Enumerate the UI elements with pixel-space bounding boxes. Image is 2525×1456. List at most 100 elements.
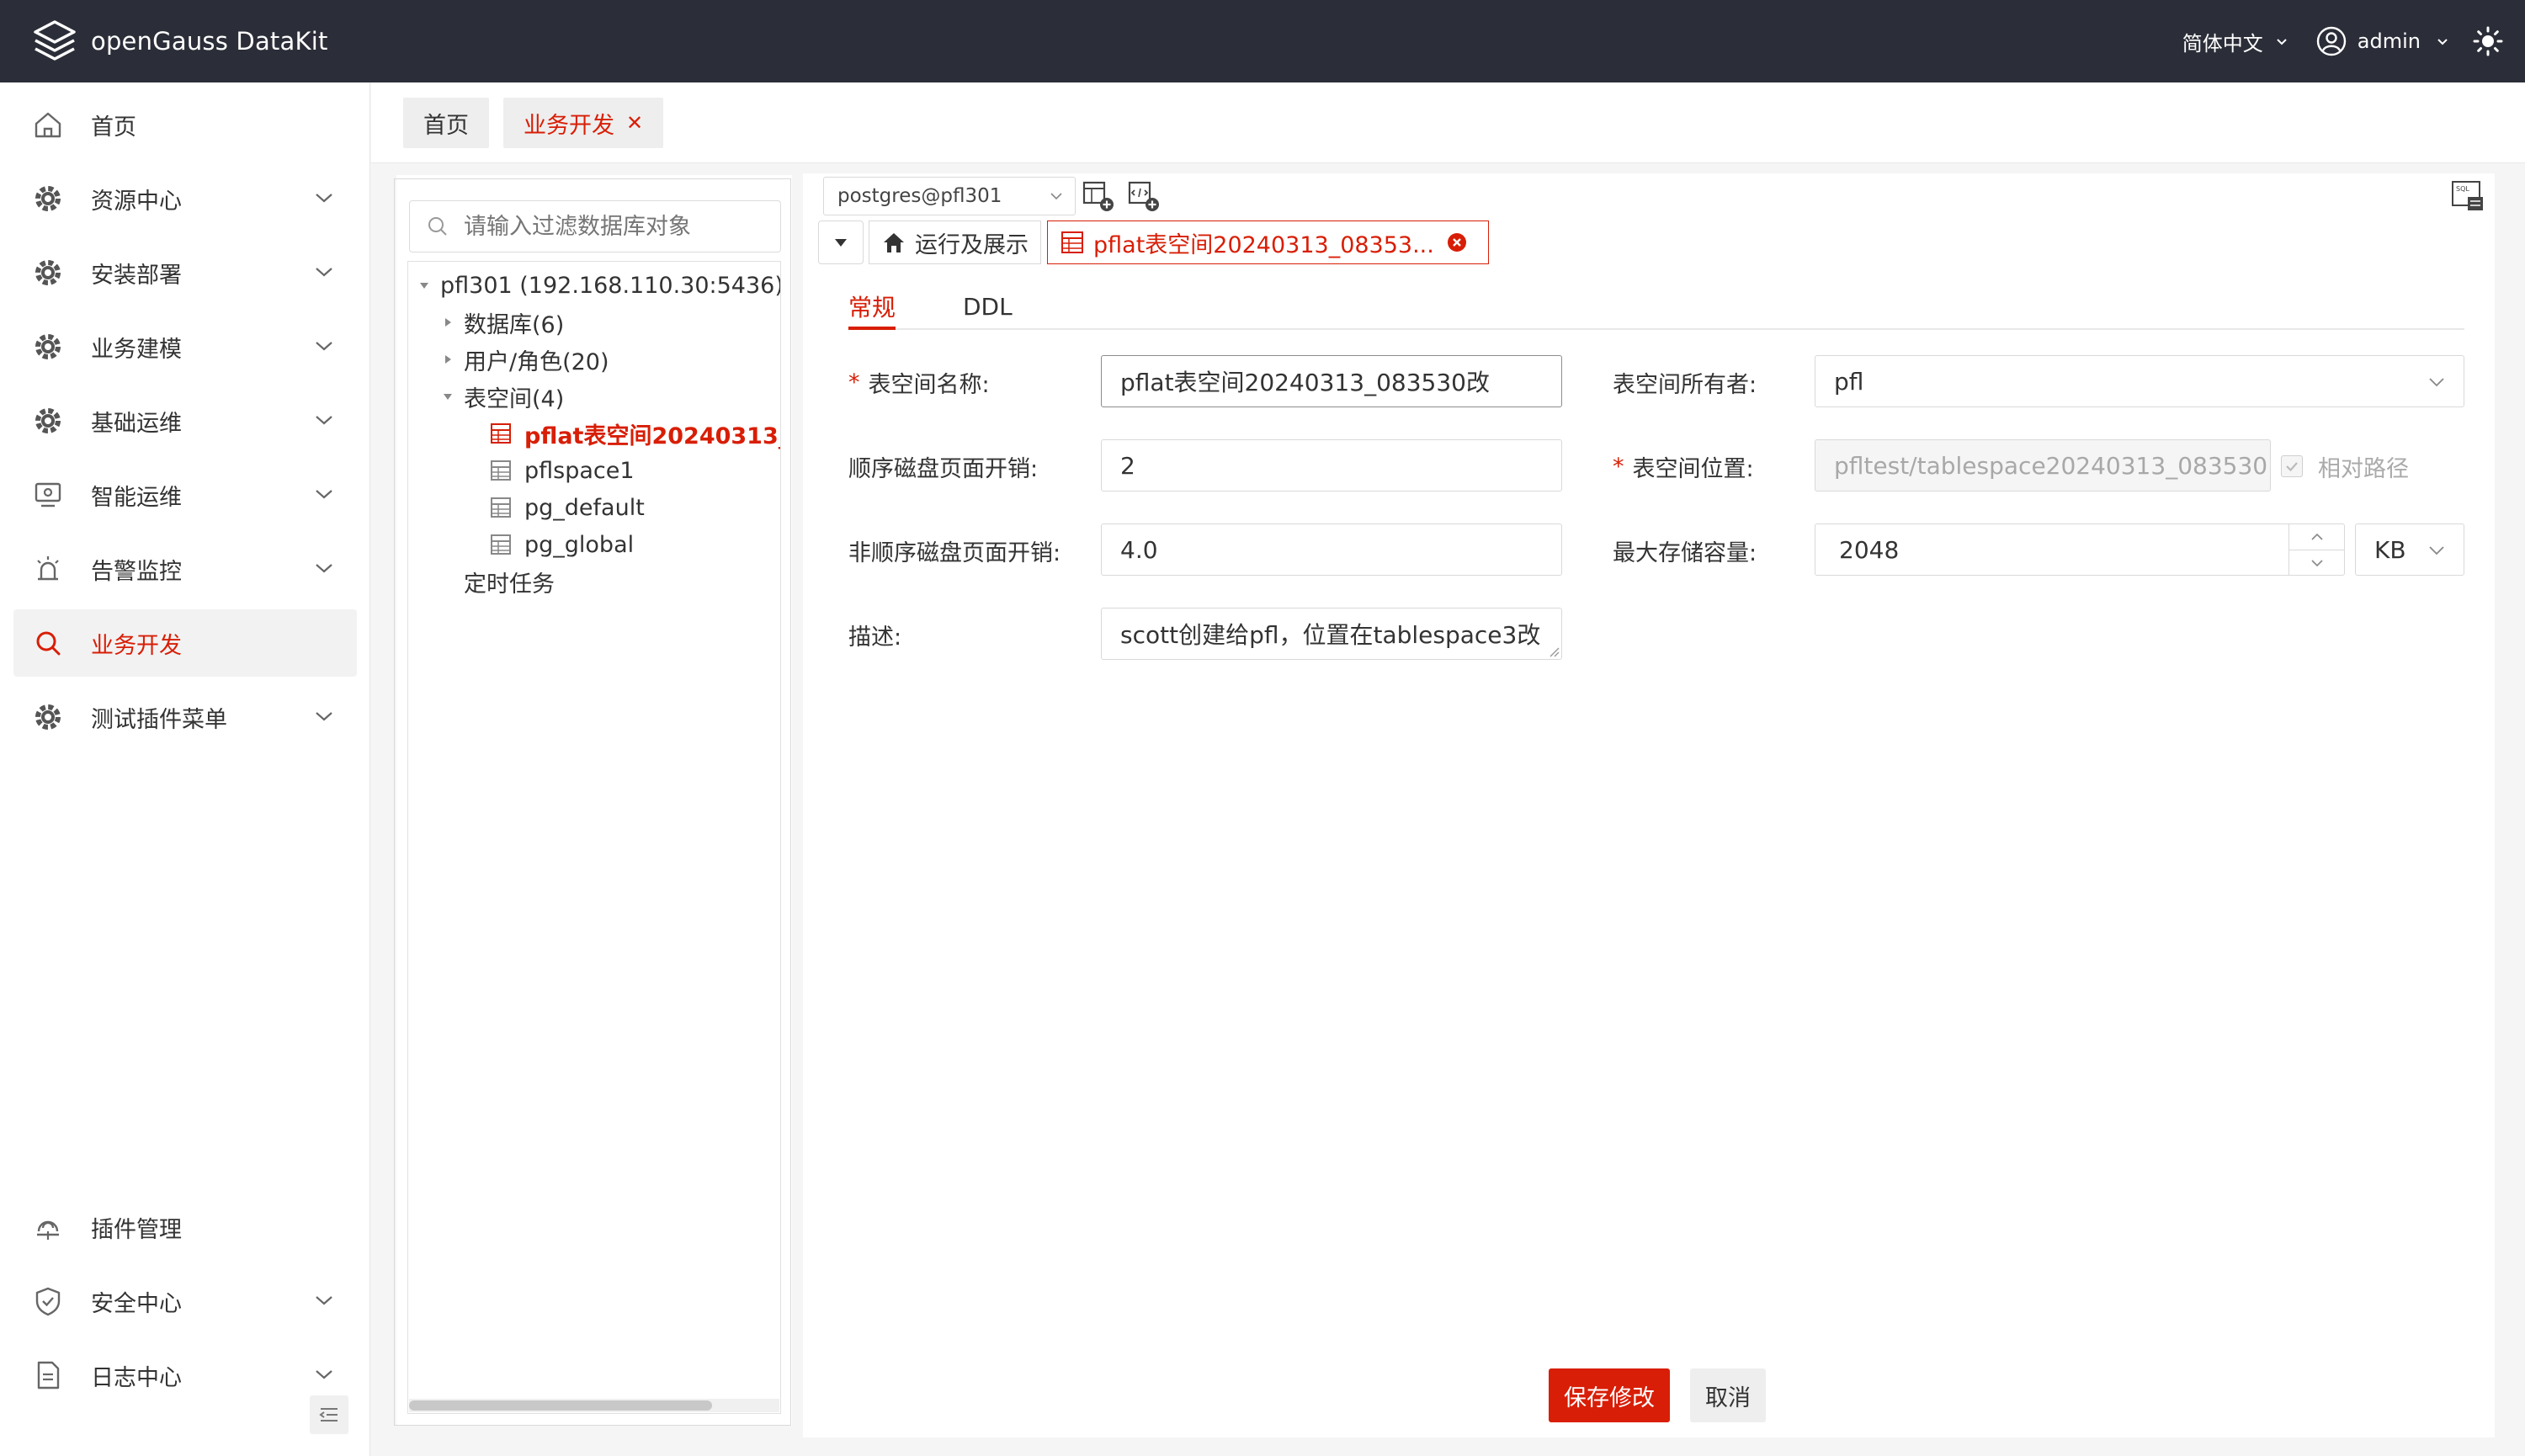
tree-node-label: 表空间(4) [464,385,565,412]
stepper-down-button[interactable] [2289,550,2344,575]
table-icon [1061,231,1083,253]
label-text: 最大存储容量: [1613,539,1757,566]
tree-search[interactable] [409,200,781,252]
cancel-button[interactable]: 取消 [1690,1368,1766,1422]
tree-horizontal-scrollbar[interactable] [409,1399,779,1412]
tab-general[interactable]: 常规 [848,284,896,330]
chevron-down-icon [2429,546,2444,555]
sidebar-item-install-deploy[interactable]: 安装部署 [13,239,357,306]
app-title: openGauss DataKit [91,27,328,56]
tree-node-label: pg_default [524,494,645,521]
scrollbar-thumb[interactable] [409,1400,712,1411]
caret-right-icon [445,318,451,327]
size-unit-select[interactable]: KB [2355,523,2464,576]
new-sql-script-icon[interactable] [1126,178,1162,214]
page-tab-bar: 首页 业务开发 ✕ [371,82,2525,163]
tree-node-tablespace-pflspace1[interactable]: pflspace1 [489,452,635,489]
table-icon [491,460,511,481]
tablespace-owner-label: 表空间所有者: [1613,356,1757,408]
caret-down-icon [444,394,452,400]
resize-grip-icon[interactable] [1548,646,1560,657]
relative-path-checkbox[interactable]: 相对路径 [2281,444,2409,488]
stepper-up-button[interactable] [2289,524,2344,550]
check-icon [2286,462,2298,472]
work-tab-label: pflat表空间20240313_08353... [1093,231,1434,258]
tree-node-users-roles[interactable]: 用户/角色(20) [442,341,609,378]
required-marker: * [848,369,860,396]
label-text: 表空间所有者: [1613,371,1757,398]
tablespace-location-input: pfltest/tablespace20240313_083530 [1815,439,2271,492]
tree-node-tablespace-pg-global[interactable]: pg_global [489,526,634,563]
tree-node-tablespaces[interactable]: 表空间(4) [442,378,564,415]
table-icon [491,497,511,518]
sidebar-item-security-center[interactable]: 安全中心 [13,1267,357,1335]
sidebar-item-home[interactable]: 首页 [13,91,357,158]
sidebar-item-label: 基础运维 [91,410,182,437]
tab-list-dropdown-button[interactable] [818,221,864,264]
chevron-down-icon [2429,378,2444,387]
sidebar-item-plugin-management[interactable]: 插件管理 [13,1193,357,1261]
new-query-icon[interactable] [1081,178,1116,214]
tree-search-input[interactable] [464,213,767,240]
sidebar-item-label: 插件管理 [91,1216,182,1243]
sun-icon[interactable] [2473,26,2503,56]
sidebar-item-basic-ops[interactable]: 基础运维 [13,387,357,454]
tree-node-scheduled-tasks[interactable]: 定时任务 [464,563,555,600]
close-icon[interactable]: ✕ [626,111,643,135]
page-tab-business-dev[interactable]: 业务开发 ✕ [503,98,664,148]
input-value: 2048 [1839,535,1900,564]
work-tab-run-and-display[interactable]: 运行及展示 [869,221,1041,264]
user-menu[interactable]: admin [2315,25,2449,57]
brand[interactable]: openGauss DataKit [32,19,328,64]
chevron-down-icon [316,416,332,425]
page-tab-home[interactable]: 首页 [403,98,489,148]
label-text: 顺序磁盘页面开销: [848,455,1039,482]
sidebar-item-smart-ops[interactable]: 智能运维 [13,461,357,529]
tree-node-tablespace-pflat[interactable]: pflat表空间20240313_083530改 [489,415,780,452]
chevron-down-icon [316,712,332,721]
sidebar-item-business-dev[interactable]: 业务开发 [13,609,357,677]
connection-select[interactable]: postgres@pfl301 [823,177,1076,215]
page-tab-label: 业务开发 [524,112,614,139]
seq-page-cost-input[interactable]: 2 [1101,439,1562,492]
tree-node-server[interactable]: pfl301 (192.168.110.30:5436) [418,267,780,304]
top-bar: openGauss DataKit 简体中文 admin [0,0,2525,82]
max-size-number-input[interactable]: 2048 [1815,523,2345,576]
chevron-down-icon [316,1296,332,1305]
chevron-down-icon [316,194,332,203]
label-text: 非顺序磁盘页面开销: [848,539,1061,566]
home-icon [35,112,61,138]
sidebar-item-business-modeling[interactable]: 业务建模 [13,313,357,380]
sidebar-item-log-center[interactable]: 日志中心 [13,1342,357,1409]
tree-node-label: pflspace1 [524,457,635,484]
chevron-down-icon [316,342,332,351]
tablespace-owner-select[interactable]: pfl [1815,355,2464,407]
collapse-menu-icon [319,1408,338,1421]
description-label: 描述: [848,608,901,661]
sidebar-item-resource-center[interactable]: 资源中心 [13,165,357,232]
sidebar-item-label: 告警监控 [91,558,182,585]
sidebar-item-alarm-monitor[interactable]: 告警监控 [13,535,357,603]
sidebar-collapse-button[interactable] [310,1395,348,1434]
description-textarea[interactable]: scott创建给pfl，位置在tablespace3改 [1101,608,1562,660]
tree-node-label: 定时任务 [464,571,555,598]
chevron-down-icon [316,490,332,499]
sidebar-item-test-plugin-menu[interactable]: 测试插件菜单 [13,683,357,751]
input-value: pflat表空间20240313_083530改 [1120,369,1490,396]
close-circle-icon[interactable] [1446,231,1468,253]
work-tab-tablespace[interactable]: pflat表空间20240313_08353... [1047,221,1489,264]
save-changes-button[interactable]: 保存修改 [1549,1368,1670,1422]
language-selector[interactable]: 简体中文 [2182,27,2288,56]
tree-node-tablespace-pg-default[interactable]: pg_default [489,489,645,526]
checkbox-label: 相对路径 [2318,455,2409,482]
label-text: 描述: [848,624,902,651]
tablespace-name-input[interactable]: pflat表空间20240313_083530改 [1101,355,1562,407]
sql-history-icon[interactable]: SQL [2449,178,2486,214]
seq-page-cost-label: 顺序磁盘页面开销: [848,440,1038,492]
random-page-cost-input[interactable]: 4.0 [1101,523,1562,576]
gear-icon [35,260,61,285]
monitor-icon [35,482,61,507]
tree-node-databases[interactable]: 数据库(6) [442,304,564,341]
tab-ddl[interactable]: DDL [963,284,1013,328]
checkbox-box[interactable] [2281,455,2303,477]
